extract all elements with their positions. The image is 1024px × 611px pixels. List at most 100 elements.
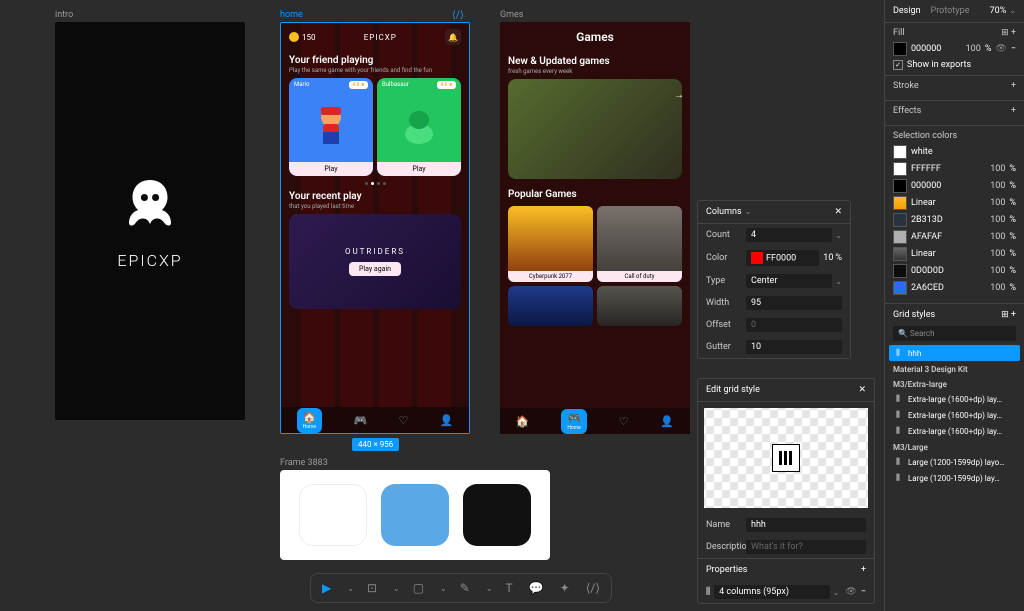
search-input[interactable]: 🔍 Search — [893, 326, 1016, 341]
color-hex[interactable]: Linear — [911, 198, 986, 208]
color-input[interactable]: FF0000 — [746, 250, 819, 266]
popular-card-4[interactable] — [597, 286, 682, 326]
color-hex[interactable]: 2A6CED — [911, 283, 986, 293]
chevron-down-icon[interactable]: ⌄ — [745, 207, 752, 216]
fill-pct[interactable]: 100 — [966, 44, 981, 54]
frame-home[interactable]: 150 EPICXP 🔔 Your friend playing Play th… — [280, 22, 470, 434]
color-hex[interactable]: 000000 — [911, 181, 986, 191]
arrow-right-icon[interactable]: → — [674, 90, 684, 101]
columns-panel[interactable]: Columns⌄✕ Count4⌄ ColorFF000010% TypeCen… — [697, 200, 851, 359]
zoom-level[interactable]: 70%⌄ — [990, 6, 1016, 16]
minus-icon[interactable]: − — [1011, 44, 1016, 54]
hero-game-image[interactable] — [508, 79, 682, 179]
width-input[interactable]: 95 — [746, 296, 842, 310]
nav-home[interactable]: 🏠Home — [297, 408, 323, 433]
popular-card-3[interactable] — [508, 286, 593, 326]
property-value[interactable]: 4 columns (95px) — [714, 585, 830, 599]
color-chip[interactable] — [893, 264, 907, 278]
swatch-black[interactable] — [463, 484, 531, 546]
text-tool-icon[interactable]: T — [503, 578, 516, 598]
color-hex[interactable]: Linear — [911, 249, 986, 259]
grid-style-item[interactable]: ⫼Extra-large (1600+dp) lay… — [889, 391, 1020, 407]
close-icon[interactable]: ✕ — [834, 207, 842, 217]
nav-games[interactable]: 🎮Home — [561, 409, 587, 434]
grid-style-item[interactable]: ⫼Extra-large (1600+dp) lay… — [889, 423, 1020, 439]
frame-label-intro[interactable]: intro — [55, 10, 73, 20]
checkbox[interactable]: ✓ — [893, 60, 903, 70]
frame-3883[interactable] — [280, 470, 550, 560]
eye-icon[interactable]: 👁 — [845, 587, 856, 597]
frame-tool-icon[interactable]: ⊡ — [364, 578, 380, 598]
game-card-mario[interactable]: Mario4.8 ★ Play — [289, 78, 373, 176]
grid-style-item[interactable]: ⫼hhh — [889, 345, 1020, 361]
color-chip[interactable] — [893, 196, 907, 210]
dev-icon[interactable]: ⟨/⟩ — [452, 10, 464, 21]
color-hex[interactable]: AFAFAF — [911, 232, 986, 242]
play-button[interactable]: Play — [289, 162, 373, 176]
dev-mode-icon[interactable]: ⟨/⟩ — [583, 578, 603, 598]
frame-label-home[interactable]: home — [280, 10, 303, 20]
nav-heart-icon[interactable]: ♡ — [399, 414, 409, 427]
plus-icon[interactable]: + — [1011, 106, 1016, 116]
color-chip[interactable] — [893, 179, 907, 193]
play-button[interactable]: Play — [377, 162, 461, 176]
comment-tool-icon[interactable]: 💬 — [526, 578, 547, 598]
edit-grid-panel[interactable]: Edit grid style✕ Namehhh DescriptionWhat… — [697, 378, 875, 604]
rectangle-tool-icon[interactable]: ▢ — [410, 578, 427, 598]
eye-icon[interactable]: 👁 — [995, 44, 1006, 54]
frame-games[interactable]: Games New & Updated games fresh games ev… — [500, 22, 690, 434]
nav-heart-icon[interactable]: ♡ — [619, 415, 629, 428]
plus-icon[interactable]: + — [1011, 310, 1016, 320]
nav-games-icon[interactable]: 🎮 — [354, 414, 368, 427]
gutter-input[interactable]: 10 — [746, 340, 842, 354]
bell-icon[interactable]: 🔔 — [445, 29, 461, 45]
frame-label-games[interactable]: Gmes — [500, 10, 523, 20]
tab-design[interactable]: Design — [893, 6, 921, 16]
nav-profile-icon[interactable]: 👤 — [660, 415, 674, 428]
nav-profile-icon[interactable]: 👤 — [440, 414, 454, 427]
grid-style-item[interactable]: ⫼Large (1200-1599dp) lay… — [889, 470, 1020, 486]
plus-icon[interactable]: + — [1011, 28, 1016, 38]
close-icon[interactable]: ✕ — [858, 385, 866, 395]
frame-label-3883[interactable]: Frame 3883 — [280, 458, 328, 468]
grid-style-item[interactable]: ⫼Extra-large (1600+dp) lay… — [889, 407, 1020, 423]
color-chip[interactable] — [893, 145, 907, 159]
color-chip[interactable] — [893, 213, 907, 227]
pen-tool-icon[interactable]: ✎ — [457, 578, 473, 598]
grid-style-item[interactable]: ⫼Large (1200-1599dp) layo… — [889, 454, 1020, 470]
desc-input[interactable]: What's it for? — [746, 540, 866, 554]
frame-intro[interactable]: EPICXP — [55, 22, 245, 420]
color-pct[interactable]: 10 — [823, 253, 833, 263]
chevron-down-icon[interactable]: ⌄ — [835, 277, 842, 286]
offset-input[interactable]: 0 — [746, 318, 842, 332]
fill-chip[interactable] — [893, 42, 907, 56]
color-hex[interactable]: 2B313D — [911, 215, 986, 225]
plus-icon[interactable]: + — [861, 565, 866, 575]
fill-hex[interactable]: 000000 — [911, 44, 962, 54]
popular-card-1[interactable]: Cyberpunk 2077 — [508, 206, 593, 282]
name-input[interactable]: hhh — [746, 518, 866, 532]
plus-icon[interactable]: + — [1011, 81, 1016, 91]
type-select[interactable]: Center — [746, 274, 832, 288]
tab-prototype[interactable]: Prototype — [931, 6, 970, 16]
grid-icon[interactable]: ⊞ — [1001, 28, 1009, 38]
chevron-down-icon[interactable]: ⌄ — [835, 231, 842, 240]
swatch-white[interactable] — [299, 484, 367, 546]
color-chip[interactable] — [893, 281, 907, 295]
color-chip[interactable] — [893, 230, 907, 244]
color-hex[interactable]: 0D0D0D — [911, 266, 986, 276]
minus-icon[interactable]: − — [861, 587, 866, 597]
actions-icon[interactable]: ✦ — [557, 578, 573, 598]
color-hex[interactable]: FFFFFF — [911, 164, 986, 174]
popular-card-2[interactable]: Call of duty — [597, 206, 682, 282]
carousel-dots[interactable] — [281, 180, 469, 187]
swatch-blue[interactable] — [381, 484, 449, 546]
color-chip[interactable] — [893, 162, 907, 176]
library-icon[interactable]: ⊞ — [1001, 310, 1009, 320]
canvas[interactable]: intro EPICXP home ⟨/⟩ 150 EPICXP 🔔 Your … — [0, 0, 654, 571]
recent-game-card[interactable]: OUTRIDERS Play again — [289, 214, 461, 309]
color-chip[interactable] — [893, 247, 907, 261]
nav-home-icon[interactable]: 🏠 — [516, 415, 530, 428]
game-card-bulbasaur[interactable]: Bulbasaur4.6 ★ Play — [377, 78, 461, 176]
count-input[interactable]: 4 — [746, 228, 832, 242]
